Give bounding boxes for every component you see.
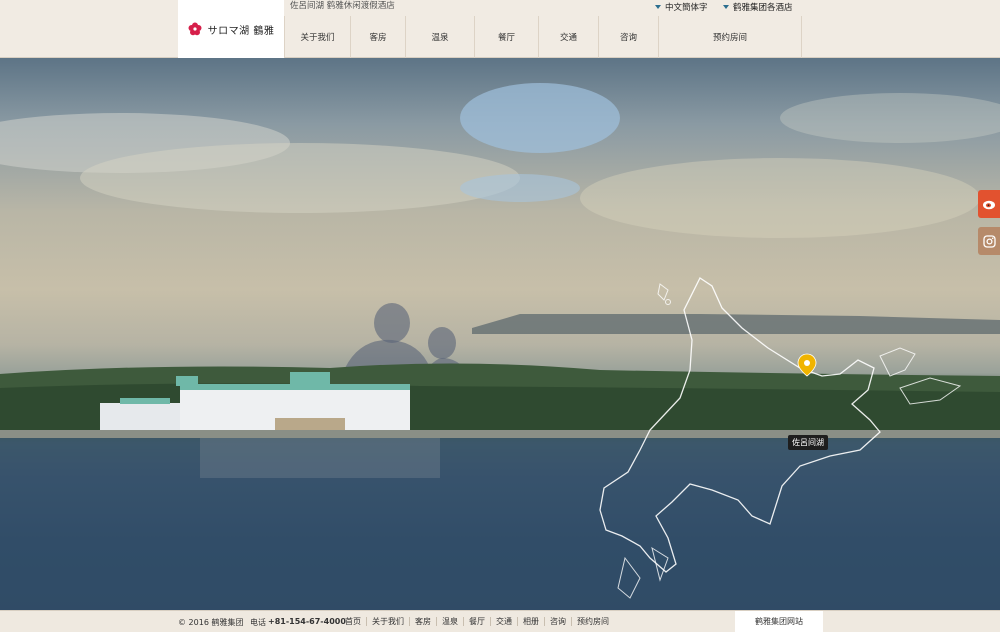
footer-link-home[interactable]: 首页 — [340, 617, 367, 626]
site-header: サロマ湖 鶴雅 佐呂间湖 鹤雅休闲渡假酒店 中文簡体字 鹤雅集团各酒店 关于我们… — [0, 0, 1000, 58]
group-hotels-label: 鹤雅集团各酒店 — [733, 3, 793, 13]
footer-link-restaurant[interactable]: 餐厅 — [464, 617, 491, 626]
flower-logo-icon — [188, 22, 202, 36]
hero-photo — [0, 83, 1000, 610]
nav-item-reservation[interactable]: 预约房间 — [658, 16, 802, 58]
instagram-button[interactable] — [978, 227, 1000, 255]
site-title: 佐呂间湖 鹤雅休闲渡假酒店 — [290, 1, 395, 11]
phone-label: 电话 — [250, 618, 266, 627]
language-selector[interactable]: 中文簡体字 — [655, 1, 708, 13]
footer-link-gallery[interactable]: 相册 — [518, 617, 545, 626]
weibo-button[interactable] — [978, 190, 1000, 218]
copyright: © 2016 鹤雅集团 — [178, 618, 244, 627]
nav-item-about[interactable]: 关于我们 — [284, 16, 350, 58]
chevron-down-icon — [723, 5, 729, 9]
main-nav: 关于我们 客房 温泉 餐厅 交通 咨询 预约房间 — [284, 16, 802, 58]
footer-link-access[interactable]: 交通 — [491, 617, 518, 626]
logo[interactable]: サロマ湖 鶴雅 — [178, 0, 284, 58]
map-location-label: 佐呂间湖 — [788, 435, 828, 450]
footer-link-about[interactable]: 关于我们 — [367, 617, 410, 626]
language-label: 中文簡体字 — [665, 3, 708, 13]
chevron-down-icon — [655, 5, 661, 9]
logo-text: サロマ湖 鶴雅 — [207, 25, 275, 37]
instagram-icon — [982, 234, 996, 248]
site-footer: © 2016 鹤雅集团 电话 +81-154-67-4000 首页 关于我们 客… — [0, 610, 1000, 632]
nav-item-access[interactable]: 交通 — [538, 16, 598, 58]
nav-item-restaurant[interactable]: 餐厅 — [474, 16, 538, 58]
footer-link-reservation[interactable]: 预约房间 — [572, 617, 614, 626]
footer-link-contact[interactable]: 咨询 — [545, 617, 572, 626]
footer-link-onsen[interactable]: 温泉 — [437, 617, 464, 626]
group-site-link[interactable]: 鹤雅集团网站 — [735, 611, 823, 632]
nav-item-onsen[interactable]: 温泉 — [405, 16, 474, 58]
footer-links: 首页 关于我们 客房 温泉 餐厅 交通 相册 咨询 预约房间 — [340, 617, 614, 626]
nav-item-rooms[interactable]: 客房 — [350, 16, 405, 58]
nav-item-contact[interactable]: 咨询 — [598, 16, 658, 58]
hero-slideshow: 佐呂间湖 — [0, 58, 1000, 610]
group-hotels-selector[interactable]: 鹤雅集团各酒店 — [723, 1, 793, 13]
phone-number: +81-154-67-4000 — [268, 617, 346, 626]
footer-link-rooms[interactable]: 客房 — [410, 617, 437, 626]
weibo-icon — [983, 200, 995, 210]
